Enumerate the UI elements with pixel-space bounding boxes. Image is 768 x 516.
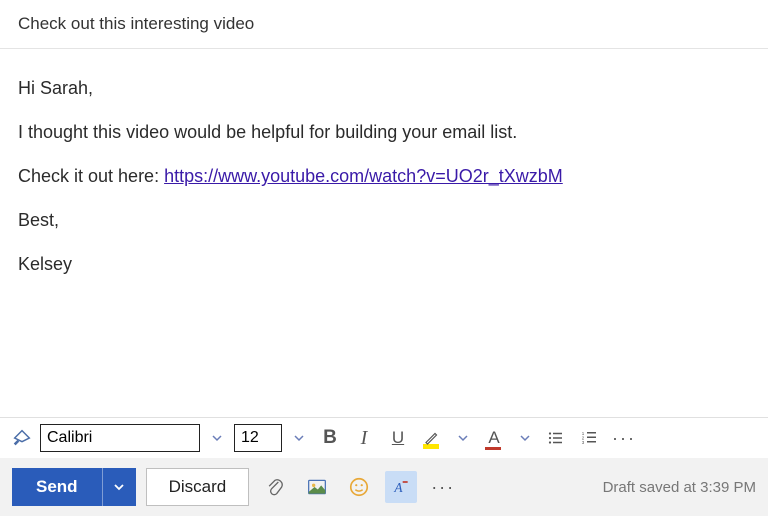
email-subject[interactable]: Check out this interesting video bbox=[0, 0, 768, 49]
format-painter-icon[interactable] bbox=[10, 426, 34, 450]
insert-picture-icon[interactable] bbox=[301, 471, 333, 503]
font-color-a-icon: A bbox=[488, 428, 499, 448]
attach-file-icon[interactable] bbox=[259, 471, 291, 503]
body-line: I thought this video would be helpful fo… bbox=[18, 119, 750, 145]
body-name: Kelsey bbox=[18, 251, 750, 277]
body-signoff: Best, bbox=[18, 207, 750, 233]
more-actions-icon[interactable]: ··· bbox=[427, 471, 459, 503]
bold-button[interactable]: B bbox=[316, 424, 344, 452]
svg-text:A: A bbox=[394, 480, 404, 495]
body-link-line: Check it out here: https://www.youtube.c… bbox=[18, 163, 750, 189]
chevron-down-icon bbox=[113, 481, 125, 493]
font-color-dropdown-icon[interactable] bbox=[514, 432, 536, 444]
formatting-toolbar: Calibri 12 B I U A 123 ··· bbox=[0, 417, 768, 458]
toggle-formatting-icon[interactable]: A bbox=[385, 471, 417, 503]
more-format-icon[interactable]: ··· bbox=[610, 424, 638, 452]
font-family-dropdown-icon[interactable] bbox=[206, 432, 228, 444]
send-dropdown-button[interactable] bbox=[102, 468, 136, 506]
underline-button[interactable]: U bbox=[384, 424, 412, 452]
bullet-list-button[interactable] bbox=[542, 424, 570, 452]
highlight-dropdown-icon[interactable] bbox=[452, 432, 474, 444]
draft-status: Draft saved at 3:39 PM bbox=[603, 479, 756, 496]
action-bar: Send Discard A ··· Draft saved at 3:39 P… bbox=[0, 458, 768, 516]
emoji-icon[interactable] bbox=[343, 471, 375, 503]
highlight-button[interactable] bbox=[418, 424, 446, 452]
font-family-select[interactable]: Calibri bbox=[40, 424, 200, 452]
video-link[interactable]: https://www.youtube.com/watch?v=UO2r_tXw… bbox=[164, 166, 563, 186]
email-body-editor[interactable]: Hi Sarah, I thought this video would be … bbox=[0, 49, 768, 417]
svg-text:3: 3 bbox=[582, 440, 585, 445]
body-greeting: Hi Sarah, bbox=[18, 75, 750, 101]
font-size-select[interactable]: 12 bbox=[234, 424, 282, 452]
send-button[interactable]: Send bbox=[12, 468, 102, 506]
link-prefix: Check it out here: bbox=[18, 166, 164, 186]
send-button-group: Send bbox=[12, 468, 136, 506]
font-color-bar bbox=[485, 447, 501, 450]
font-color-button[interactable]: A bbox=[480, 424, 508, 452]
italic-button[interactable]: I bbox=[350, 424, 378, 452]
numbered-list-button[interactable]: 123 bbox=[576, 424, 604, 452]
font-size-dropdown-icon[interactable] bbox=[288, 432, 310, 444]
discard-button[interactable]: Discard bbox=[146, 468, 250, 506]
